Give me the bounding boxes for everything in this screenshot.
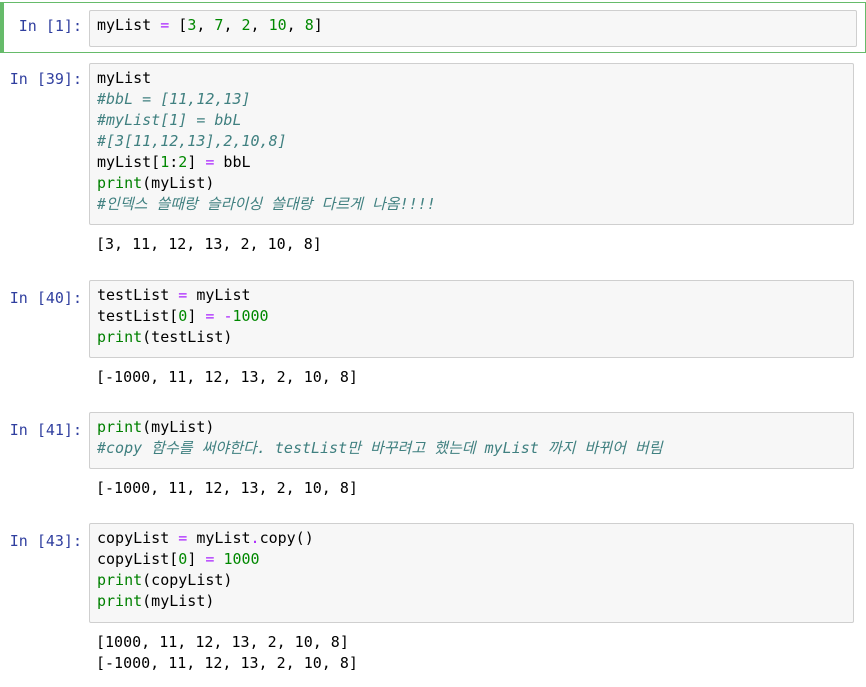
code-token: (copyList) xyxy=(142,571,233,589)
code-token: = xyxy=(178,529,188,547)
code-token: 0 xyxy=(178,307,188,325)
code-line: testList[0] = -1000 xyxy=(97,306,846,327)
code-token: ] xyxy=(313,16,323,34)
code-token: #myList[1] = bbL xyxy=(97,111,242,129)
code-token: , xyxy=(250,16,269,34)
cell-prompt: In [41]: xyxy=(9,421,82,439)
code-token: testList[ xyxy=(97,307,179,325)
code-token: bbL xyxy=(214,153,251,171)
cell-prompt: In [40]: xyxy=(9,289,82,307)
code-token: , xyxy=(286,16,305,34)
code-token: 10 xyxy=(268,16,287,34)
cell-prompt: In [43]: xyxy=(9,532,82,550)
code-token: 8 xyxy=(304,16,314,34)
cell-output: [3, 11, 12, 13, 2, 10, 8] xyxy=(96,234,322,255)
code-line: #[3[11,12,13],2,10,8] xyxy=(97,131,846,152)
code-token: myList xyxy=(187,286,251,304)
code-input[interactable]: copyList = myList.copy() copyList[0] = 10… xyxy=(89,523,854,623)
output-line: [1000, 11, 12, 13, 2, 10, 8] xyxy=(96,633,349,651)
code-token: (myList) xyxy=(142,174,215,192)
code-token: print xyxy=(97,328,143,346)
code-line: myList xyxy=(97,68,846,89)
cell-output: [1000, 11, 12, 13, 2, 10, 8] [-1000, 11, … xyxy=(96,632,358,674)
code-line: print(myList) xyxy=(97,173,846,194)
code-token: 3 xyxy=(187,16,197,34)
code-token: = xyxy=(160,16,170,34)
code-token: 0 xyxy=(178,550,188,568)
code-token: . xyxy=(250,529,260,547)
code-token: : xyxy=(169,153,179,171)
code-token: copyList xyxy=(97,529,179,547)
code-cell[interactable]: In [40]: testList = myList testList[0] = … xyxy=(0,280,866,392)
code-token: 2 xyxy=(241,16,251,34)
code-token: 1 xyxy=(160,153,170,171)
code-token: print xyxy=(97,418,143,436)
code-line: print(copyList) xyxy=(97,570,846,591)
code-token: (myList) xyxy=(142,592,215,610)
output-line: [3, 11, 12, 13, 2, 10, 8] xyxy=(96,235,322,253)
code-input[interactable]: testList = myList testList[0] = -1000 prin… xyxy=(89,280,854,358)
code-cell[interactable]: In [39]: myList #bbL = [11,12,13] #myList[… xyxy=(0,63,866,263)
code-cell[interactable]: In [43]: copyList = myList.copy() copyLis… xyxy=(0,523,866,683)
code-token: myList xyxy=(187,529,251,547)
output-line: [-1000, 11, 12, 13, 2, 10, 8] xyxy=(96,479,358,497)
cell-prompt: In [1]: xyxy=(18,17,82,35)
code-token: 1000 xyxy=(223,550,260,568)
code-cell[interactable]: In [41]: print(myList) #copy 함수를 써야한다. te… xyxy=(0,412,866,504)
code-token: (myList) xyxy=(142,418,215,436)
code-line: print(myList) xyxy=(97,591,846,612)
code-token: myList[ xyxy=(97,153,161,171)
code-input[interactable]: print(myList) #copy 함수를 써야한다. testList만 바… xyxy=(89,412,854,469)
code-token: testList xyxy=(97,286,179,304)
code-token: #bbL = [11,12,13] xyxy=(97,90,251,108)
code-line: copyList[0] = 1000 xyxy=(97,549,846,570)
code-cell[interactable]: In [1]: myList = [3, 7, 2, 10, 8] xyxy=(0,2,866,53)
code-line: #copy 함수를 써야한다. testList만 바꾸려고 했는데 myLis… xyxy=(97,438,846,459)
code-token: print xyxy=(97,592,143,610)
code-token: ] xyxy=(187,153,206,171)
code-token: copyList[ xyxy=(97,550,179,568)
code-token: = xyxy=(178,286,188,304)
code-line: myList = [3, 7, 2, 10, 8] xyxy=(97,15,849,36)
cell-output: [-1000, 11, 12, 13, 2, 10, 8] xyxy=(96,367,358,388)
code-token: 1000 xyxy=(232,307,269,325)
code-line: copyList = myList.copy() xyxy=(97,528,846,549)
code-token: print xyxy=(97,174,143,192)
output-line: [-1000, 11, 12, 13, 2, 10, 8] xyxy=(96,654,358,672)
code-token: ] xyxy=(187,550,206,568)
code-input[interactable]: myList = [3, 7, 2, 10, 8] xyxy=(89,10,857,47)
output-line: [-1000, 11, 12, 13, 2, 10, 8] xyxy=(96,368,358,386)
code-token: [ xyxy=(169,16,188,34)
code-line: #인덱스 쓸때랑 슬라이싱 쓸대랑 다르게 나옴!!!! xyxy=(97,194,846,215)
code-line: #myList[1] = bbL xyxy=(97,110,846,131)
code-line: print(testList) xyxy=(97,327,846,348)
code-input[interactable]: myList #bbL = [11,12,13] #myList[1] = bbL #… xyxy=(89,63,854,225)
code-token: myList xyxy=(97,69,152,87)
code-token: print xyxy=(97,571,143,589)
code-token: #copy 함수를 써야한다. testList만 바꾸려고 했는데 myLis… xyxy=(97,439,663,457)
code-line: print(myList) xyxy=(97,417,846,438)
cell-prompt: In [39]: xyxy=(9,70,82,88)
code-token: , xyxy=(223,16,242,34)
code-line: testList = myList xyxy=(97,285,846,306)
cell-output: [-1000, 11, 12, 13, 2, 10, 8] xyxy=(96,478,358,499)
code-token: #인덱스 쓸때랑 슬라이싱 쓸대랑 다르게 나옴!!!! xyxy=(97,195,436,213)
code-token: copy() xyxy=(259,529,314,547)
code-token: 2 xyxy=(178,153,188,171)
code-token: (testList) xyxy=(142,328,233,346)
code-token: , xyxy=(196,16,215,34)
code-token: ] xyxy=(187,307,206,325)
code-token: myList xyxy=(97,16,161,34)
code-line: myList[1:2] = bbL xyxy=(97,152,846,173)
code-line: #bbL = [11,12,13] xyxy=(97,89,846,110)
code-token: #[3[11,12,13],2,10,8] xyxy=(97,132,287,150)
